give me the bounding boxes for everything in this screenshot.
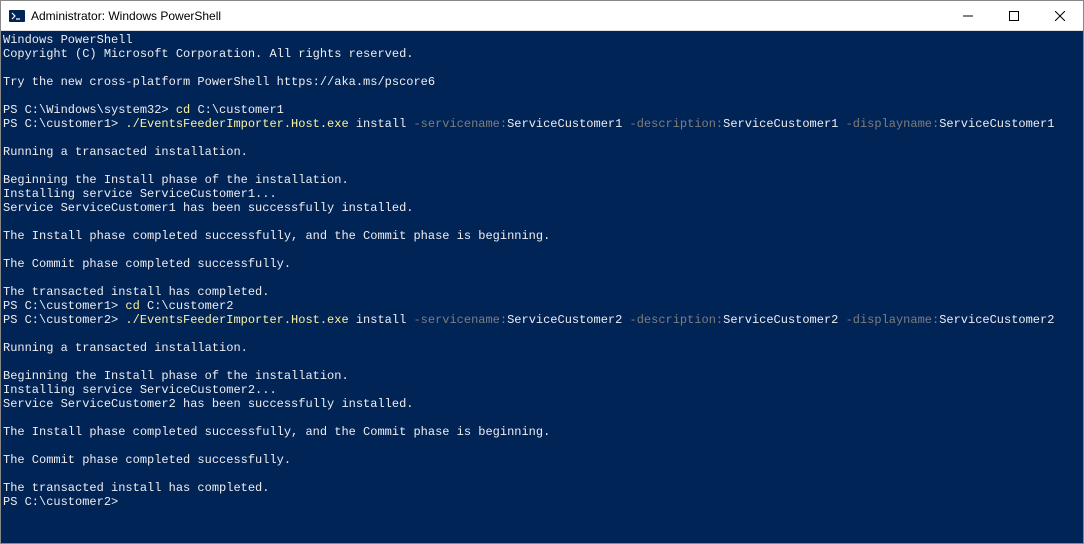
command-arg: install — [356, 313, 414, 327]
terminal-line: Beginning the Install phase of the insta… — [3, 173, 349, 187]
maximize-button[interactable] — [991, 1, 1037, 30]
terminal-line: The Install phase completed successfully… — [3, 229, 550, 243]
terminal-line: Try the new cross-platform PowerShell ht… — [3, 75, 435, 89]
close-button[interactable] — [1037, 1, 1083, 30]
command: cd — [176, 103, 198, 117]
terminal-line: Running a transacted installation. — [3, 145, 248, 159]
terminal-line: The transacted install has completed. — [3, 285, 269, 299]
prompt: PS C:\customer1> — [3, 299, 125, 313]
terminal-line: Beginning the Install phase of the insta… — [3, 369, 349, 383]
terminal-line: Running a transacted installation. — [3, 341, 248, 355]
command-arg: ServiceCustomer2 — [723, 313, 845, 327]
command-arg: C:\customer2 — [147, 299, 233, 313]
command-arg: ServiceCustomer1 — [939, 117, 1054, 131]
command-arg: ServiceCustomer1 — [723, 117, 845, 131]
command-flag: -servicename: — [413, 117, 507, 131]
terminal-line: Service ServiceCustomer2 has been succes… — [3, 397, 413, 411]
titlebar[interactable]: Administrator: Windows PowerShell — [1, 1, 1083, 31]
window-controls — [945, 1, 1083, 30]
command-flag: -servicename: — [413, 313, 507, 327]
command-arg: ServiceCustomer1 — [507, 117, 629, 131]
command: ./EventsFeederImporter.Host.exe — [125, 313, 355, 327]
terminal-output[interactable]: Windows PowerShell Copyright (C) Microso… — [1, 31, 1083, 543]
command-flag: -description: — [630, 313, 724, 327]
powershell-icon — [9, 8, 25, 24]
terminal-line: Copyright (C) Microsoft Corporation. All… — [3, 47, 413, 61]
prompt: PS C:\customer1> — [3, 117, 125, 131]
command-arg: install — [356, 117, 414, 131]
terminal-line: The Commit phase completed successfully. — [3, 453, 291, 467]
command-flag: -displayname: — [846, 313, 940, 327]
terminal-line: Windows PowerShell — [3, 33, 133, 47]
terminal-line: The Commit phase completed successfully. — [3, 257, 291, 271]
minimize-button[interactable] — [945, 1, 991, 30]
command: ./EventsFeederImporter.Host.exe — [125, 117, 355, 131]
terminal-line: Service ServiceCustomer1 has been succes… — [3, 201, 413, 215]
command-flag: -displayname: — [846, 117, 940, 131]
prompt: PS C:\customer2> — [3, 495, 118, 509]
terminal-line: Installing service ServiceCustomer1... — [3, 187, 277, 201]
terminal-line: Installing service ServiceCustomer2... — [3, 383, 277, 397]
command: cd — [125, 299, 147, 313]
window-title: Administrator: Windows PowerShell — [31, 9, 945, 23]
prompt: PS C:\customer2> — [3, 313, 125, 327]
command-arg: ServiceCustomer2 — [507, 313, 629, 327]
command-arg: ServiceCustomer2 — [939, 313, 1054, 327]
command-arg: C:\customer1 — [197, 103, 283, 117]
prompt: PS C:\Windows\system32> — [3, 103, 176, 117]
terminal-line: The transacted install has completed. — [3, 481, 269, 495]
command-flag: -description: — [630, 117, 724, 131]
terminal-line: The Install phase completed successfully… — [3, 425, 550, 439]
